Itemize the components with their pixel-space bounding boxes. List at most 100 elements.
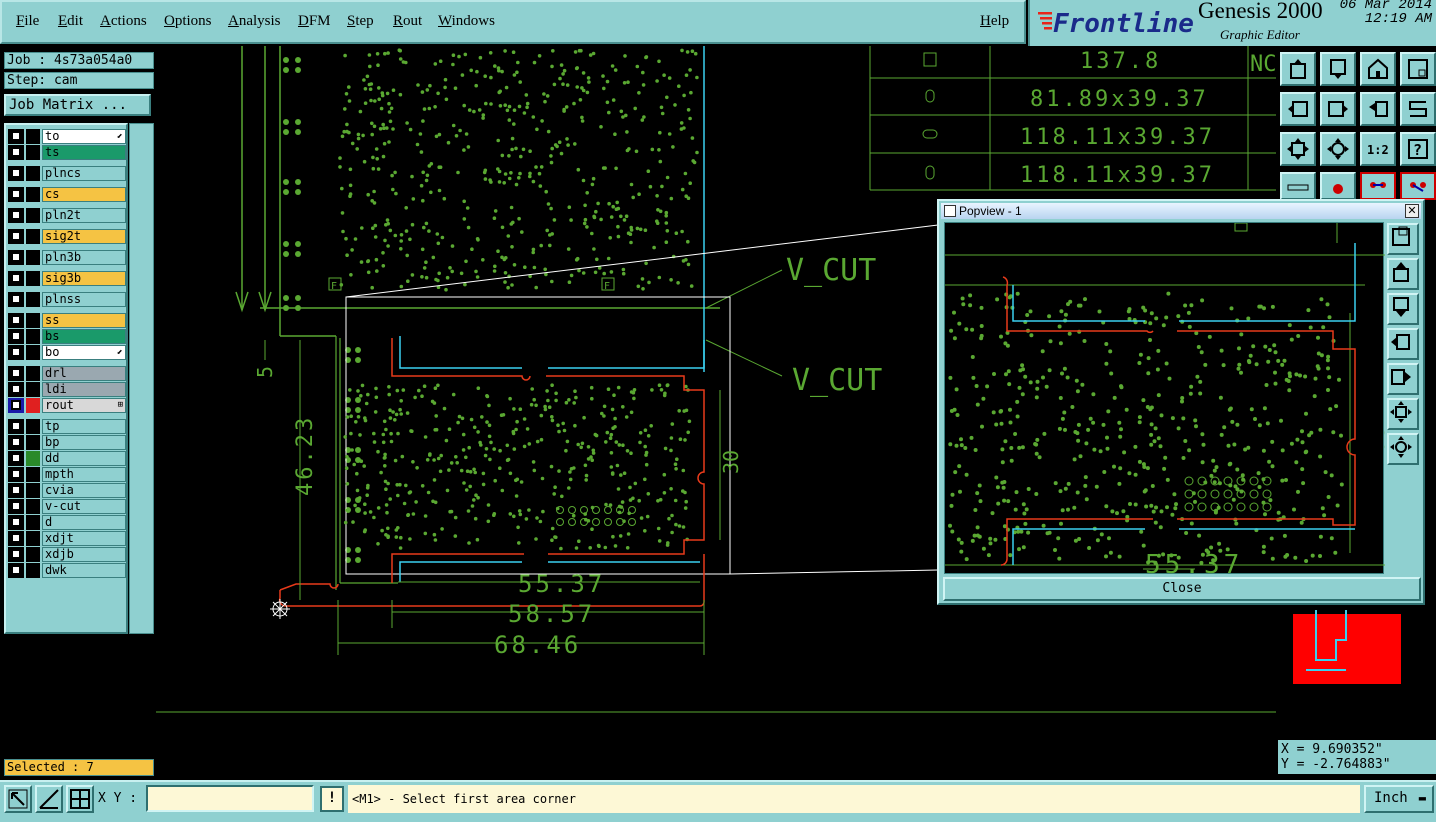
layer-row-cs[interactable]: cs — [8, 187, 126, 202]
menu-step[interactable]: Step — [347, 13, 374, 30]
layer-affected-marker[interactable] — [26, 563, 40, 578]
layer-row-rout[interactable]: rout ⊞ — [8, 398, 126, 413]
measure-tool-button[interactable] — [35, 785, 63, 813]
layer-row-mpth[interactable]: mpth — [8, 467, 126, 482]
layer-affected-marker[interactable] — [26, 515, 40, 530]
layer-row-bp[interactable]: bp — [8, 435, 126, 450]
layer-checkbox[interactable] — [8, 313, 24, 328]
layer-checkbox[interactable] — [8, 451, 24, 466]
layer-affected-marker[interactable] — [26, 166, 40, 181]
net-select-button[interactable] — [1400, 172, 1436, 200]
layer-name[interactable]: dwk — [42, 563, 126, 578]
zoom-center-button[interactable] — [1320, 132, 1356, 166]
layer-name[interactable]: ss — [42, 313, 126, 328]
layer-checkbox[interactable] — [8, 398, 24, 413]
popview-pan-up-button[interactable] — [1387, 258, 1419, 290]
layer-checkbox[interactable] — [8, 166, 24, 181]
menu-windows[interactable]: Windows — [438, 13, 495, 30]
layer-affected-marker[interactable] — [26, 313, 40, 328]
layer-checkbox[interactable] — [8, 292, 24, 307]
layer-checkbox[interactable] — [8, 483, 24, 498]
layer-checkbox[interactable] — [8, 345, 24, 360]
layer-name[interactable]: v-cut — [42, 499, 126, 514]
layer-checkbox[interactable] — [8, 250, 24, 265]
layer-checkbox[interactable] — [8, 419, 24, 434]
layer-checkbox[interactable] — [8, 499, 24, 514]
layer-row-to[interactable]: to ⬋ — [8, 129, 126, 144]
menu-actions[interactable]: Actions — [100, 13, 147, 30]
layer-affected-marker[interactable] — [26, 329, 40, 344]
layer-name[interactable]: sig3b — [42, 271, 126, 286]
layer-name[interactable]: pln2t — [42, 208, 126, 223]
zoom-down-button[interactable] — [1320, 52, 1356, 86]
help-tool-button[interactable]: ? — [1400, 132, 1436, 166]
grid-snap-button[interactable] — [66, 785, 94, 813]
undo-view-button[interactable] — [1360, 92, 1396, 126]
layer-affected-marker[interactable] — [26, 382, 40, 397]
popview-pan-down-button[interactable] — [1387, 293, 1419, 325]
zoom-home-button[interactable] — [1280, 52, 1316, 86]
layer-row-d[interactable]: d — [8, 515, 126, 530]
home-view-button[interactable] — [1360, 52, 1396, 86]
layer-affected-marker[interactable] — [26, 467, 40, 482]
menu-dfm[interactable]: DFM — [298, 13, 331, 30]
job-matrix-button[interactable]: Job Matrix ... — [4, 94, 151, 116]
zoom-fit-button[interactable] — [1280, 132, 1316, 166]
layer-checkbox[interactable] — [8, 366, 24, 381]
layer-name[interactable]: cs — [42, 187, 126, 202]
menu-analysis[interactable]: Analysis — [228, 13, 281, 30]
layer-name[interactable]: bo ⬋ — [42, 345, 126, 360]
layer-affected-marker[interactable] — [26, 345, 40, 360]
layer-checkbox[interactable] — [8, 547, 24, 562]
layer-affected-marker[interactable] — [26, 250, 40, 265]
menu-help[interactable]: Help — [980, 13, 1009, 30]
layer-row-plncs[interactable]: plncs — [8, 166, 126, 181]
layer-name[interactable]: to ⬋ — [42, 129, 126, 144]
layer-affected-marker[interactable] — [26, 483, 40, 498]
layer-affected-marker[interactable] — [26, 208, 40, 223]
pan-right-button[interactable] — [1320, 92, 1356, 126]
layer-row-bo[interactable]: bo ⬋ — [8, 345, 126, 360]
menu-options[interactable]: Options — [164, 13, 212, 30]
layer-checkbox[interactable] — [8, 271, 24, 286]
net-button[interactable] — [1360, 172, 1396, 200]
popview-close-button[interactable]: Close — [943, 577, 1421, 601]
popview-titlebar[interactable]: Popview - 1 ✕ — [941, 203, 1421, 219]
layer-row-bs[interactable]: bs — [8, 329, 126, 344]
layer-affected-marker[interactable] — [26, 531, 40, 546]
layer-name[interactable]: ts — [42, 145, 126, 160]
layer-name[interactable]: d — [42, 515, 126, 530]
layer-name[interactable]: rout ⊞ — [42, 398, 126, 413]
layer-name[interactable]: ldi — [42, 382, 126, 397]
popview-zoom-out-button[interactable] — [1387, 433, 1419, 465]
layer-row-v-cut[interactable]: v-cut — [8, 499, 126, 514]
layer-row-tp[interactable]: tp — [8, 419, 126, 434]
layer-row-sig2t[interactable]: sig2t — [8, 229, 126, 244]
layer-checkbox[interactable] — [8, 435, 24, 450]
layer-row-dd[interactable]: dd — [8, 451, 126, 466]
layer-row-drl[interactable]: drl — [8, 366, 126, 381]
select-area-button[interactable] — [4, 785, 32, 813]
layer-options-icon[interactable]: ⊞ — [118, 399, 123, 412]
pan-left-button[interactable] — [1280, 92, 1316, 126]
layer-checkbox[interactable] — [8, 129, 24, 144]
layer-affected-marker[interactable] — [26, 229, 40, 244]
redraw-button[interactable] — [1400, 92, 1436, 126]
layer-name[interactable]: tp — [42, 419, 126, 434]
layer-checkbox[interactable] — [8, 208, 24, 223]
layer-row-pln3b[interactable]: pln3b — [8, 250, 126, 265]
layer-row-pln2t[interactable]: pln2t — [8, 208, 126, 223]
layer-checkbox[interactable] — [8, 467, 24, 482]
layer-row-ldi[interactable]: ldi — [8, 382, 126, 397]
layer-list-scrollbar[interactable] — [129, 123, 154, 634]
layer-row-ts[interactable]: ts — [8, 145, 126, 160]
menu-rout[interactable]: Rout — [393, 13, 422, 30]
layer-checkbox[interactable] — [8, 382, 24, 397]
alert-icon[interactable]: ! — [320, 786, 344, 812]
layer-affected-marker[interactable] — [26, 366, 40, 381]
layer-row-plnss[interactable]: plnss — [8, 292, 126, 307]
units-select[interactable]: Inch ▬ — [1364, 785, 1434, 813]
layer-name[interactable]: dd — [42, 451, 126, 466]
layer-affected-marker[interactable] — [26, 451, 40, 466]
layer-name[interactable]: plnss — [42, 292, 126, 307]
